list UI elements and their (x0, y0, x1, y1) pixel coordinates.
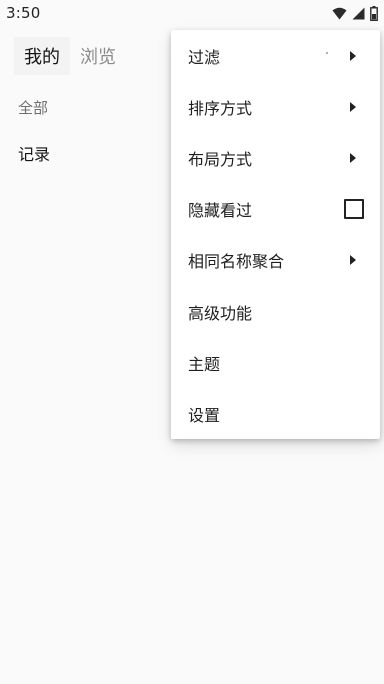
menu-item-sort[interactable]: 排序方式 (171, 81, 380, 132)
submenu-arrow-icon (350, 255, 356, 266)
wifi-icon (332, 7, 347, 19)
menu-item-label: 主题 (188, 354, 221, 374)
tab-mine[interactable]: 我的 (14, 37, 70, 75)
menu-item-filter[interactable]: 过滤 (171, 30, 380, 81)
menu-item-group-same-name[interactable]: 相同名称聚合 (171, 235, 380, 286)
menu-item-advanced[interactable]: 高级功能 (171, 286, 380, 337)
menu-item-layout[interactable]: 布局方式 (171, 132, 380, 183)
menu-item-hide-watched[interactable]: 隐藏看过 (171, 184, 380, 235)
menu-item-theme[interactable]: 主题 (171, 337, 380, 388)
tab-bar: 我的 浏览 (14, 36, 126, 76)
tab-browse[interactable]: 浏览 (70, 37, 126, 75)
hide-watched-checkbox[interactable] (344, 199, 364, 220)
section-label-all: 全部 (18, 99, 49, 117)
status-icons (332, 5, 378, 21)
menu-item-settings[interactable]: 设置 (171, 388, 380, 439)
battery-icon (370, 5, 378, 21)
list-item-records[interactable]: 记录 (18, 141, 50, 165)
submenu-arrow-icon (350, 101, 356, 112)
submenu-arrow-icon (350, 152, 356, 163)
cellular-signal-icon (352, 7, 365, 19)
menu-item-label: 高级功能 (188, 303, 253, 323)
menu-item-label: 设置 (188, 405, 221, 425)
status-time: 3:50 (6, 4, 41, 22)
decoration-dot (326, 52, 328, 54)
status-bar: 3:50 (0, 0, 384, 26)
submenu-arrow-icon (350, 50, 356, 61)
overflow-menu: 过滤 排序方式 布局方式 隐藏看过 相同名称聚合 高级功能 主题 设置 (171, 30, 380, 439)
